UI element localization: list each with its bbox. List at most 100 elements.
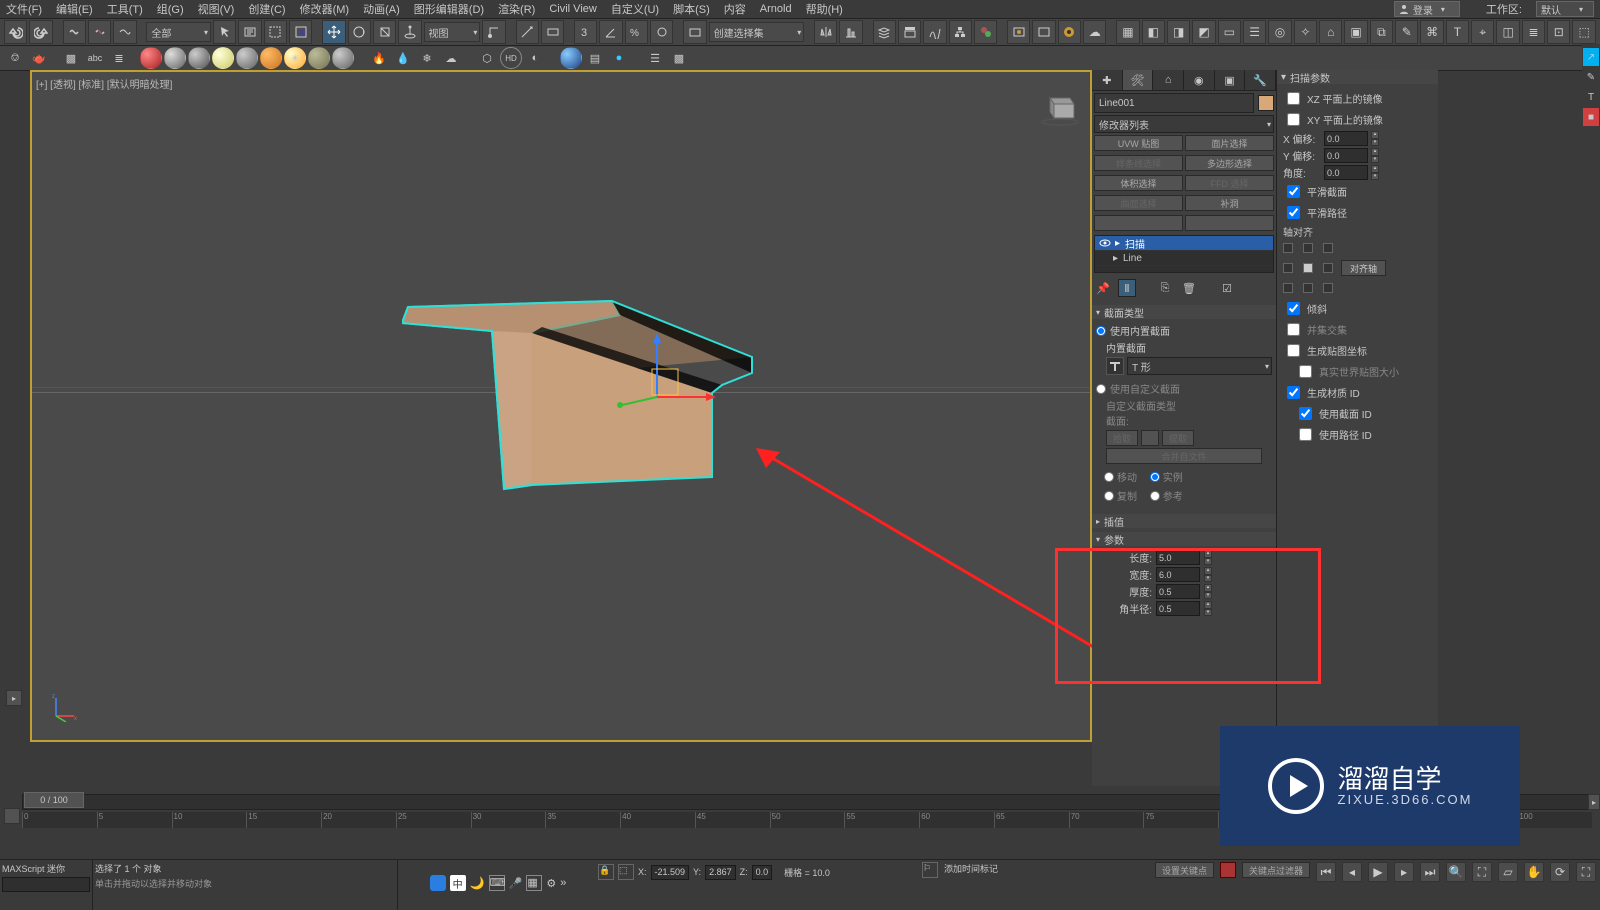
remove-mod-icon[interactable]: 🗑 [1180,279,1198,297]
section-type-header[interactable]: ▾截面类型 [1092,305,1276,319]
union-check[interactable]: 并集交集 [1283,320,1432,339]
tb-extra-13[interactable]: ⌘ [1420,20,1443,44]
pick-button[interactable]: 拾取 [1106,430,1138,446]
link-button[interactable] [63,20,86,44]
ribbon-red-icon[interactable]: ■ [1583,108,1599,126]
ime-kb-icon[interactable]: ⌨ [489,875,505,891]
vol-sel-button[interactable]: 体积选择 [1094,175,1183,191]
ime-grid-icon[interactable]: ▦ [526,875,542,891]
hole-button[interactable]: 补洞 [1185,195,1274,211]
interp-header[interactable]: ▸插值 [1092,514,1276,528]
tilt-check[interactable]: 倾斜 [1283,299,1432,318]
undo-button[interactable] [4,20,27,44]
bind-spacewarp-button[interactable] [113,20,136,44]
ime-moon-icon[interactable]: 🌙 [470,876,485,890]
tb-extra-14[interactable]: T [1446,20,1469,44]
yoff-input[interactable]: 0.0 [1324,148,1368,163]
unlink-button[interactable] [88,20,111,44]
y-field[interactable]: 2.867 [705,865,736,880]
extract-button[interactable]: 提取 [1162,430,1194,446]
select-rotate-button[interactable] [348,20,371,44]
menu-customize[interactable]: 自定义(U) [611,1,659,17]
builtin-section-dropdown[interactable]: T 形 [1127,357,1272,375]
width-input[interactable]: 6.0 [1156,567,1200,582]
spline-sel-button[interactable]: 样条线选择 [1094,155,1183,171]
sec-abc-icon[interactable]: abc [84,47,106,69]
render-online-button[interactable]: ☁ [1083,20,1106,44]
menu-edit[interactable]: 编辑(E) [56,1,93,17]
length-spin-buttons[interactable]: ▴▾ [1204,550,1212,565]
sec-checker-icon[interactable]: ▩ [60,47,82,69]
tb-extra-17[interactable]: ≣ [1522,20,1545,44]
thick-input[interactable]: 0.5 [1156,584,1200,599]
realuv-check[interactable]: 真实世界贴图大小 [1295,362,1432,381]
tb-extra-10[interactable]: ▣ [1344,20,1367,44]
xoff-input[interactable]: 0.0 [1324,131,1368,146]
sec-misc-hd[interactable]: HD [500,47,522,69]
length-input[interactable]: 5.0 [1156,550,1200,565]
sec-globe-2[interactable]: ▤ [584,47,606,69]
tb-extra-2[interactable]: ◧ [1142,20,1165,44]
maxscript-input[interactable] [2,877,90,892]
viewcube[interactable] [1040,86,1080,126]
copy-radio[interactable]: 复制 [1104,488,1137,503]
lock-sel-icon[interactable]: 🔒 [598,864,614,880]
select-place-button[interactable] [398,20,421,44]
time-play-left-button[interactable]: ▸ [6,690,22,706]
sec-snow-icon[interactable]: ❄ [416,47,438,69]
modifier-stack[interactable]: ▸ 扫描 ▸ Line [1094,235,1274,273]
login-dropdown[interactable]: 登录 ▾ [1394,1,1460,17]
tb-extra-11[interactable]: ⧉ [1370,20,1393,44]
sec-misc-3[interactable]: ◐ [524,47,546,69]
make-unique-icon[interactable]: ⎘ [1156,279,1174,297]
tb-extra-1[interactable]: ▦ [1116,20,1139,44]
tb-extra-12[interactable]: ✎ [1395,20,1418,44]
goto-start-button[interactable]: ⏮ [1316,862,1336,882]
sec-layer-icon[interactable]: ≣ [108,47,130,69]
menu-help[interactable]: 帮助(H) [806,1,843,17]
curve-sel-button[interactable]: 曲面选择 [1094,195,1183,211]
key-filter-button[interactable]: 关键点过滤器 [1242,862,1310,878]
time-tag-icon[interactable]: ⚐ [922,862,938,878]
sec-smoke-icon[interactable]: ☁ [440,47,462,69]
usesec-check[interactable]: 使用截面 ID [1295,404,1432,423]
menu-civilview[interactable]: Civil View [549,3,596,15]
display-tab[interactable]: ▣ [1215,70,1246,90]
usepath-check[interactable]: 使用路径 ID [1295,425,1432,444]
menu-create[interactable]: 创建(C) [248,1,285,17]
goto-end-button[interactable]: ⏭ [1420,862,1440,882]
expand-arrow-icon[interactable]: ▸ [1115,238,1123,249]
angle-spin[interactable]: ▴▾ [1371,165,1379,180]
named-sel-dropdown[interactable]: 创建选择集 [709,22,805,42]
select-manipulate-button[interactable] [516,20,539,44]
mirror-xy-check[interactable]: XY 平面上的镜像 [1283,110,1432,129]
radius-input[interactable]: 0.5 [1156,601,1200,616]
section-swap-icon[interactable] [1141,430,1159,446]
redo-button[interactable] [29,20,52,44]
ime-lang-button[interactable]: 中 [450,875,466,891]
menu-view[interactable]: 视图(V) [198,1,235,17]
next-frame-button[interactable]: ▸ [1394,862,1414,882]
z-field[interactable]: 0.0 [752,865,773,880]
ime-gear-icon[interactable]: ⚙ [546,877,556,890]
menu-arnold[interactable]: Arnold [760,3,792,15]
prev-frame-button[interactable]: ◂ [1342,862,1362,882]
tb-extra-9[interactable]: ⌂ [1319,20,1342,44]
smooth-path-check[interactable]: 平滑路径 [1283,203,1432,222]
play-button[interactable]: ▶ [1368,862,1388,882]
sec-globe-1[interactable] [560,47,582,69]
perspective-viewport[interactable]: [+] [透视] [标准] [默认明暗处理] z x y [30,70,1092,742]
ime-chevron-icon[interactable]: » [560,877,566,889]
angle-snap-button[interactable] [599,20,622,44]
merge-file-button[interactable]: 合并自文件 [1106,448,1262,464]
autokey-button[interactable] [1220,862,1236,878]
tb-extra-15[interactable]: ⌖ [1471,20,1494,44]
object-color-swatch[interactable] [1258,95,1274,111]
pivot-align-grid[interactable] [1283,243,1333,293]
curve-editor-button[interactable] [923,20,946,44]
abs-rel-icon[interactable]: ⬚ [618,864,634,880]
menu-render[interactable]: 渲染(R) [498,1,535,17]
material-editor-button[interactable] [974,20,997,44]
pivot-center-button[interactable] [482,20,505,44]
stack-line-row[interactable]: ▸ Line [1095,251,1273,266]
